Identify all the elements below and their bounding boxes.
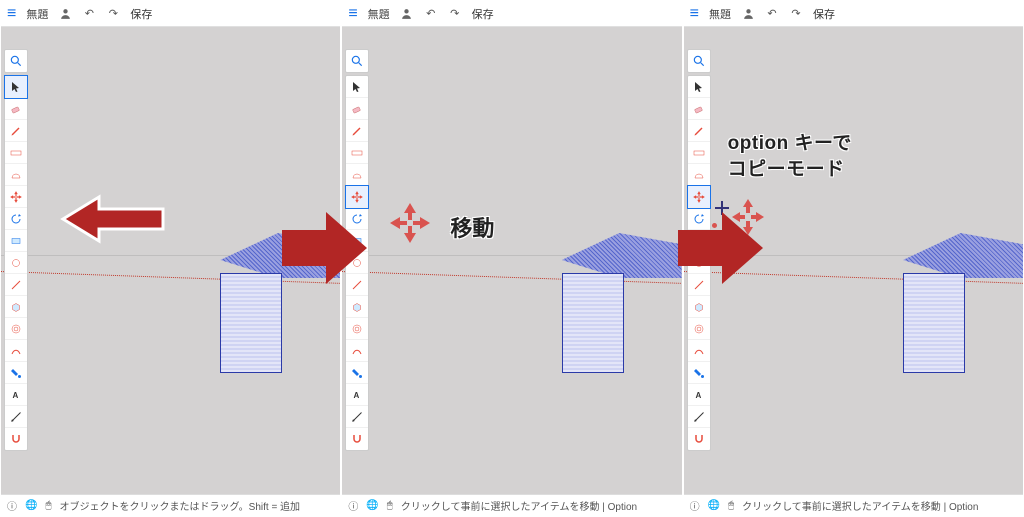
user-icon[interactable] <box>58 7 72 21</box>
tool-tape[interactable] <box>688 406 710 428</box>
tool-circle[interactable] <box>5 252 27 274</box>
tool-pencil[interactable] <box>5 120 27 142</box>
tool-rect[interactable] <box>5 230 27 252</box>
tool-text[interactable]: A <box>688 384 710 406</box>
tool-follow[interactable] <box>346 340 368 362</box>
tool-text[interactable]: A <box>346 384 368 406</box>
redo-icon[interactable]: ↷ <box>448 7 462 21</box>
tool-ruler[interactable] <box>5 142 27 164</box>
globe-icon[interactable]: 🌐 <box>366 500 378 511</box>
mouse-icon: 🖱 <box>728 500 734 511</box>
left-toolbar: A <box>4 75 28 451</box>
tool-rotate[interactable] <box>5 208 27 230</box>
tool-offset[interactable] <box>5 318 27 340</box>
window-topbar: ≡ 無題 ↶ ↷ 保存 <box>684 1 1023 27</box>
undo-icon[interactable]: ↶ <box>424 7 438 21</box>
redo-icon[interactable]: ↷ <box>106 7 120 21</box>
model-cube[interactable] <box>562 233 682 373</box>
status-text: クリックして事前に選択したアイテムを移動 | Option <box>401 498 637 513</box>
tool-magnet[interactable] <box>346 428 368 450</box>
step-arrow-1 <box>282 208 367 288</box>
status-text: オブジェクトをクリックまたはドラッグ。Shift = 追加 <box>59 498 300 513</box>
help-icon[interactable]: ⓘ <box>7 498 17 513</box>
tool-pencil[interactable] <box>346 120 368 142</box>
save-button[interactable]: 保存 <box>813 6 835 22</box>
search-tool[interactable] <box>4 49 28 73</box>
user-icon[interactable] <box>741 7 755 21</box>
panel-step2: ≡ 無題 ↶ ↷ 保存 A 移動 ⓘ 🌐 🖱 クリックして事前に選択したアイテム… <box>341 0 682 517</box>
search-tool[interactable] <box>687 49 711 73</box>
help-icon[interactable]: ⓘ <box>690 498 700 513</box>
tool-protractor[interactable] <box>5 164 27 186</box>
mouse-icon: 🖱 <box>45 500 51 511</box>
tool-paint[interactable] <box>346 362 368 384</box>
tool-ruler[interactable] <box>688 142 710 164</box>
move-annotation-label: 移動 <box>450 211 494 243</box>
tool-ruler[interactable] <box>346 142 368 164</box>
tool-paint[interactable] <box>688 362 710 384</box>
tool-push[interactable] <box>5 296 27 318</box>
menu-icon[interactable]: ≡ <box>7 5 16 23</box>
menu-icon[interactable]: ≡ <box>348 5 357 23</box>
user-icon[interactable] <box>400 7 414 21</box>
save-button[interactable]: 保存 <box>472 6 494 22</box>
move-cursor-icon <box>388 201 432 245</box>
redo-icon[interactable]: ↷ <box>789 7 803 21</box>
tool-select[interactable] <box>346 76 368 98</box>
menu-icon[interactable]: ≡ <box>690 5 699 23</box>
status-bar: ⓘ 🌐 🖱 クリックして事前に選択したアイテムを移動 | Option <box>684 494 1023 516</box>
search-tool[interactable] <box>345 49 369 73</box>
tool-follow[interactable] <box>688 340 710 362</box>
tool-select[interactable] <box>5 76 27 98</box>
globe-icon[interactable]: 🌐 <box>25 500 37 511</box>
tool-push[interactable] <box>688 296 710 318</box>
tool-magnet[interactable] <box>5 428 27 450</box>
tool-paint[interactable] <box>5 362 27 384</box>
pointer-arrow-annotation <box>57 191 167 249</box>
tool-line[interactable] <box>5 274 27 296</box>
help-icon[interactable]: ⓘ <box>348 498 358 513</box>
status-bar: ⓘ 🌐 🖱 オブジェクトをクリックまたはドラッグ。Shift = 追加 <box>1 494 340 516</box>
undo-icon[interactable]: ↶ <box>765 7 779 21</box>
tool-eraser[interactable] <box>688 98 710 120</box>
window-topbar: ≡ 無題 ↶ ↷ 保存 <box>342 1 681 27</box>
doc-title: 無題 <box>709 6 731 22</box>
step-arrow-2 <box>678 208 763 288</box>
tool-text[interactable]: A <box>5 384 27 406</box>
tool-eraser[interactable] <box>346 98 368 120</box>
tool-tape[interactable] <box>5 406 27 428</box>
tool-select[interactable] <box>688 76 710 98</box>
save-button[interactable]: 保存 <box>130 6 152 22</box>
tool-tape[interactable] <box>346 406 368 428</box>
model-cube[interactable] <box>903 233 1023 373</box>
tool-follow[interactable] <box>5 340 27 362</box>
tutorial-step-row: ≡ 無題 ↶ ↷ 保存 A ⓘ 🌐 🖱 オブジェクトをクリックまたはドラッグ。S… <box>0 0 1024 517</box>
tool-move[interactable] <box>688 186 710 208</box>
copy-mode-annotation: option キーでコピーモード <box>728 131 852 182</box>
svg-text:A: A <box>354 391 360 400</box>
tool-protractor[interactable] <box>688 164 710 186</box>
tool-offset[interactable] <box>688 318 710 340</box>
svg-text:A: A <box>695 391 701 400</box>
undo-icon[interactable]: ↶ <box>82 7 96 21</box>
svg-text:A: A <box>13 391 19 400</box>
tool-eraser[interactable] <box>5 98 27 120</box>
tool-offset[interactable] <box>346 318 368 340</box>
mouse-icon: 🖱 <box>387 500 393 511</box>
window-topbar: ≡ 無題 ↶ ↷ 保存 <box>1 1 340 27</box>
tool-pencil[interactable] <box>688 120 710 142</box>
status-text: クリックして事前に選択したアイテムを移動 | Option <box>742 498 978 513</box>
globe-icon[interactable]: 🌐 <box>708 500 720 511</box>
status-bar: ⓘ 🌐 🖱 クリックして事前に選択したアイテムを移動 | Option <box>342 494 681 516</box>
tool-magnet[interactable] <box>688 428 710 450</box>
doc-title: 無題 <box>368 6 390 22</box>
tool-protractor[interactable] <box>346 164 368 186</box>
tool-move[interactable] <box>346 186 368 208</box>
tool-move[interactable] <box>5 186 27 208</box>
tool-push[interactable] <box>346 296 368 318</box>
doc-title: 無題 <box>26 6 48 22</box>
